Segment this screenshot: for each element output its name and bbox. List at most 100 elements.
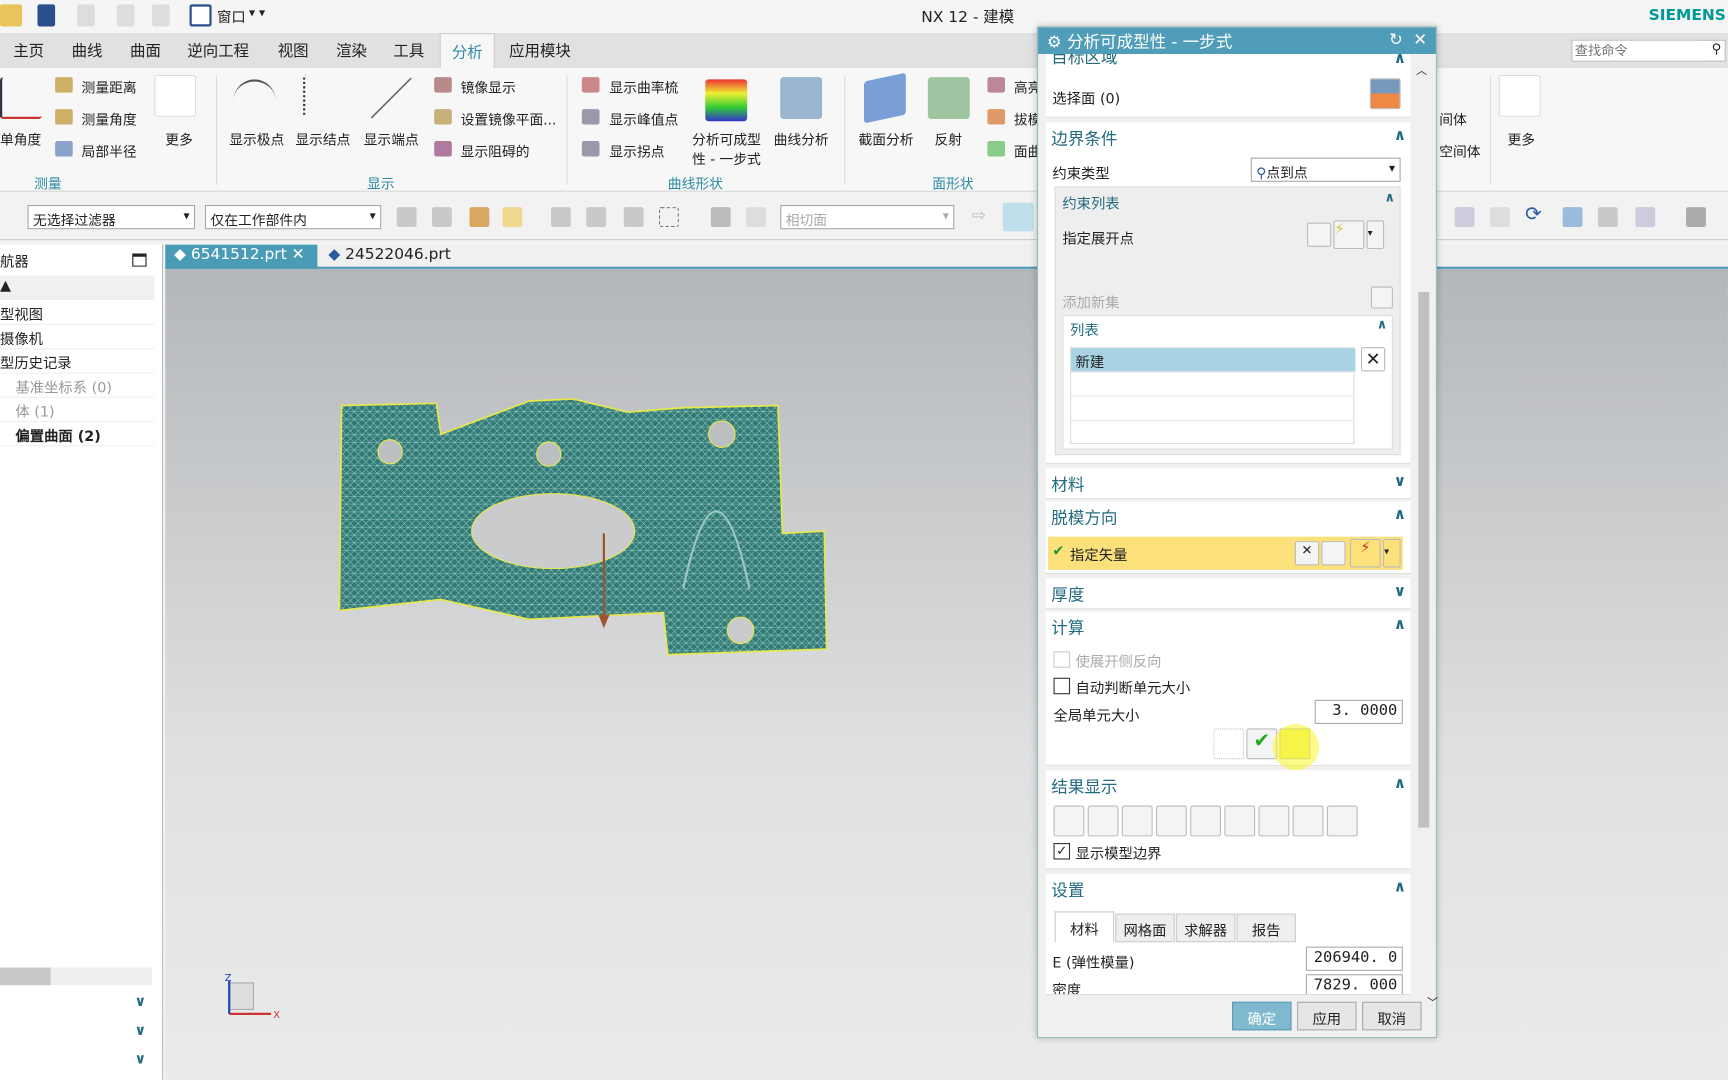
result-icon-4[interactable] [1155, 805, 1187, 837]
cancel-button[interactable]: 取消 [1362, 1001, 1422, 1031]
result-icon-8[interactable] [1292, 805, 1324, 837]
measure-distance-button[interactable]: 测量距离 [82, 76, 137, 97]
show-knots-button[interactable]: 显示结点 [295, 128, 350, 149]
rect-select-icon[interactable] [658, 207, 679, 228]
measure-angle-button[interactable]: 测量角度 [82, 108, 137, 129]
orient-icon[interactable] [1562, 207, 1583, 228]
vector-dropdown[interactable]: ▾ [1383, 538, 1401, 568]
reflection-button[interactable]: 反射 [934, 128, 962, 149]
tab-curve[interactable]: 曲线 [72, 40, 103, 62]
show-peak-points-button[interactable]: 显示峰值点 [609, 108, 678, 129]
result-icon-3[interactable] [1121, 805, 1153, 837]
show-curvature-comb-button[interactable]: 显示曲率梳 [609, 76, 678, 97]
mesh-icon[interactable] [1213, 728, 1245, 760]
chevron-up-icon[interactable]: ∧ [1394, 50, 1407, 68]
chevron-up-icon[interactable]: ∧ [1384, 190, 1395, 205]
tab-home[interactable]: 主页 [13, 40, 44, 62]
more-measure-button[interactable]: 更多 [165, 128, 193, 149]
pan-icon[interactable] [1489, 207, 1510, 228]
select-face-button[interactable] [1369, 78, 1401, 110]
filter-icon-3[interactable] [469, 207, 490, 228]
reverse-direction-button[interactable]: ✕ [1294, 541, 1320, 566]
intermediate-body-button[interactable]: 间体 [1439, 108, 1467, 129]
curve-analysis-button[interactable]: 曲线分析 [774, 128, 829, 149]
cube-icon[interactable] [746, 207, 766, 228]
reverse-side-checkbox[interactable] [1053, 651, 1071, 668]
open-icon[interactable] [0, 4, 23, 27]
dialog-scrollbar[interactable]: ︿ ﹀ [1416, 61, 1438, 1009]
maximize-icon[interactable] [132, 253, 147, 267]
more-measure-icon[interactable] [154, 74, 197, 117]
filter-icon-1[interactable] [396, 207, 417, 228]
tab-view[interactable]: 视图 [278, 40, 309, 62]
show-endpoints-button[interactable]: 显示端点 [364, 128, 419, 149]
window-menu[interactable]: 窗口 [217, 6, 246, 27]
chevron-down-icon[interactable]: ∨ [134, 1023, 146, 1040]
render-style-icon[interactable] [1686, 207, 1706, 228]
show-blocked-button[interactable]: 显示阻碍的 [461, 140, 530, 161]
chevron-up-icon[interactable]: ∧ [1394, 616, 1407, 634]
chevron-up-icon[interactable]: ∧ [1394, 127, 1407, 145]
mesh-model[interactable]: X Z [165, 269, 1728, 1080]
ok-button[interactable]: 确定 [1232, 1001, 1292, 1031]
add-new-set-button[interactable] [1370, 286, 1393, 309]
single-angle-button[interactable]: 单角度 [0, 128, 41, 149]
snap-icon-2[interactable] [586, 207, 607, 228]
specify-vector-row[interactable]: ✔ 指定矢量 ✕ ⚡ ▾ [1048, 536, 1403, 570]
mirror-display-button[interactable]: 镜像显示 [461, 76, 516, 97]
delete-icon[interactable]: ✕ [1360, 347, 1386, 372]
set-mirror-plane-button[interactable]: 设置镜像平面... [461, 108, 557, 129]
global-size-input[interactable]: 3. 0000 [1314, 699, 1403, 725]
file-tab-active[interactable]: ◆ 6541512.prt ✕ [165, 244, 318, 269]
close-icon[interactable]: ✕ [1413, 30, 1427, 50]
show-poles-button[interactable]: 显示极点 [229, 128, 284, 149]
result-icon-9[interactable] [1326, 805, 1358, 837]
settings-tab-material[interactable]: 材料 [1054, 911, 1115, 943]
fit-icon[interactable] [1635, 207, 1656, 228]
nav-row[interactable]: 偏置曲面 (2) [0, 422, 155, 447]
tab-surface[interactable]: 曲面 [130, 40, 161, 62]
set-list[interactable]: 新建 [1070, 347, 1356, 445]
show-inflections-button[interactable]: 显示拐点 [609, 140, 664, 161]
search-icon[interactable]: ⚲ [1712, 41, 1722, 56]
point-dialog-button[interactable]: ⚡ [1333, 220, 1365, 250]
nav-row[interactable]: 摄像机 [0, 325, 155, 350]
more-right-button[interactable]: 更多 [1508, 128, 1536, 149]
nav-row[interactable]: 型历史记录 [0, 349, 155, 374]
auto-size-checkbox[interactable] [1053, 677, 1071, 695]
tab-reverse-engineering[interactable]: 逆向工程 [187, 40, 249, 62]
graphics-viewport[interactable]: X Z [165, 268, 1728, 1080]
nav-row[interactable]: 型视图 [0, 301, 155, 326]
snap-icon-3[interactable] [623, 207, 644, 228]
redo-icon[interactable] [77, 4, 95, 27]
window-icon[interactable] [189, 4, 212, 27]
chevron-up-icon[interactable]: ∧ [1394, 775, 1407, 793]
space-body-button[interactable]: 空间体 [1439, 140, 1480, 161]
tab-tools[interactable]: 工具 [393, 40, 424, 62]
section-analysis-button[interactable]: 截面分析 [858, 128, 913, 149]
nav-row[interactable]: 基准坐标系 (0) [0, 374, 155, 398]
filter-icon-4[interactable] [502, 207, 523, 228]
column-header[interactable]: ▲ [0, 275, 155, 300]
search-command-input[interactable] [1572, 40, 1700, 61]
view-icon[interactable] [1597, 207, 1618, 228]
more-ruler-icon[interactable] [1498, 74, 1541, 117]
chevron-down-icon[interactable]: ∨ [1394, 583, 1407, 601]
result-icon-2[interactable] [1087, 805, 1119, 837]
snap-icon-1[interactable] [551, 207, 571, 228]
settings-tab-mesh[interactable]: 网格面 [1115, 913, 1175, 943]
tab-analysis[interactable]: 分析 [439, 33, 495, 69]
type-filter-select[interactable]: 无选择过滤器 [27, 204, 196, 230]
chevron-up-icon[interactable]: ∧ [1394, 878, 1407, 896]
arrow-right-icon[interactable]: ⇨ [972, 205, 986, 225]
copy-icon[interactable] [116, 4, 135, 27]
reset-icon[interactable]: ↻ [1389, 30, 1403, 50]
result-icon-1[interactable] [1053, 805, 1085, 837]
density-input[interactable]: 7829. 000 [1305, 974, 1403, 995]
rotate-icon[interactable]: ⟳ [1525, 203, 1542, 226]
result-icon-7[interactable] [1258, 805, 1290, 837]
point-dropdown[interactable]: ▾ [1366, 220, 1385, 250]
file-tab[interactable]: ◆ 24522046.prt [320, 245, 460, 269]
result-icon-6[interactable] [1224, 805, 1256, 837]
filter-icon-2[interactable] [431, 207, 452, 228]
